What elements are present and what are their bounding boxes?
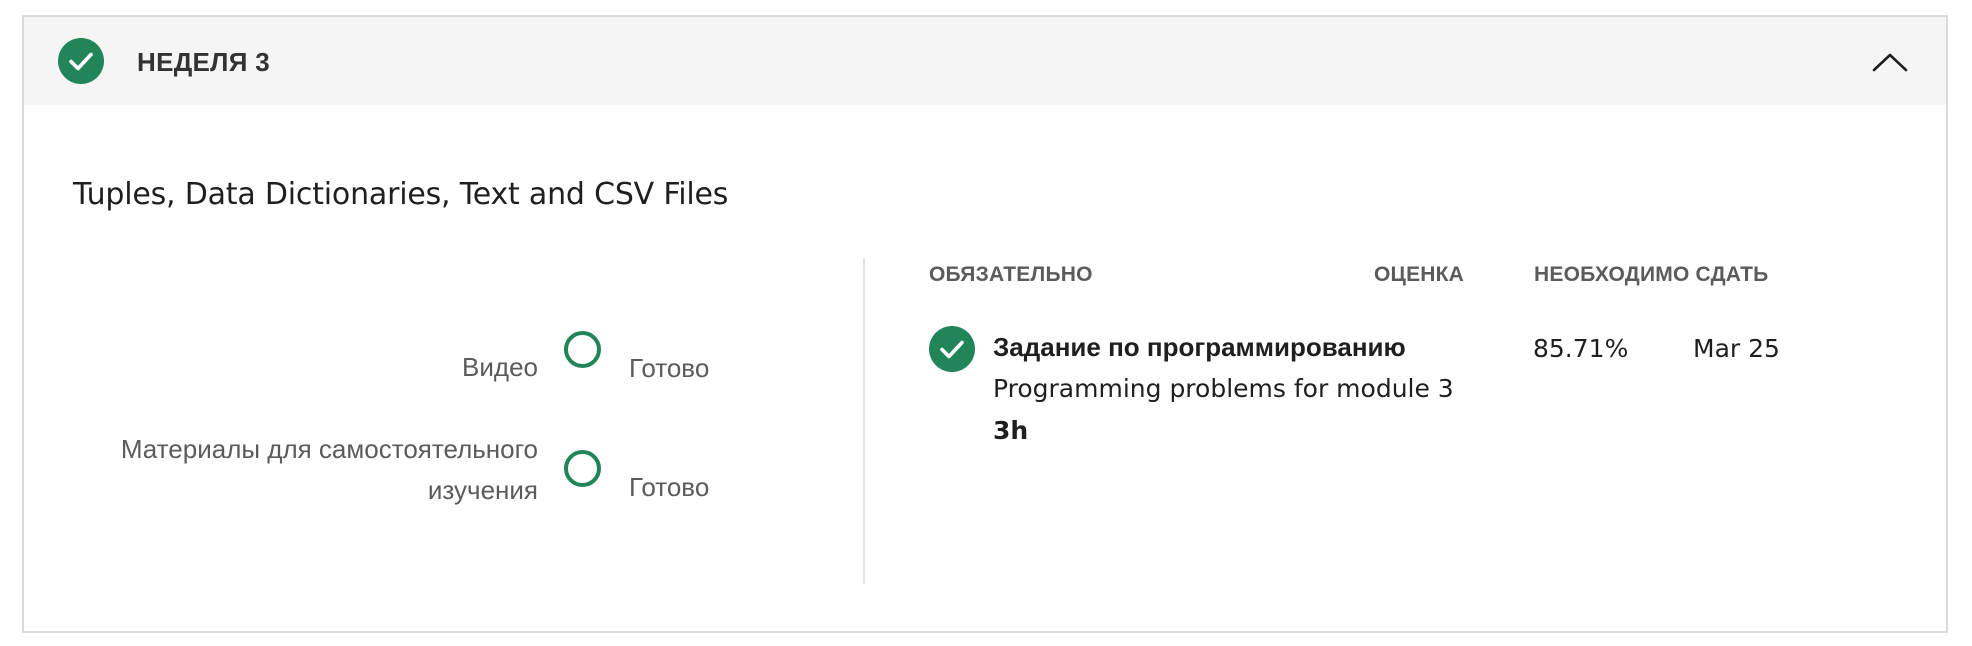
column-header-due: НЕОБХОДИМО СДАТЬ: [1534, 263, 1769, 286]
column-divider: [863, 258, 865, 584]
assignment-complete-check-icon: [929, 326, 975, 372]
material-label-video: Видео: [462, 352, 538, 382]
assignment-type-link[interactable]: Задание по программированию: [993, 332, 1406, 363]
assignment-due-date: Mar 25: [1693, 334, 1780, 363]
empty-circle-icon: [564, 450, 601, 487]
module-title: Tuples, Data Dictionaries, Text and CSV …: [73, 177, 729, 212]
material-status-video: Готово: [629, 353, 710, 383]
column-header-required: ОБЯЗАТЕЛЬНО: [929, 263, 1093, 286]
assignment-description: Programming problems for module 3: [993, 374, 1454, 403]
empty-circle-icon: [564, 331, 601, 368]
week-complete-check-icon: [58, 38, 104, 84]
material-label-readings-line2: изучения: [427, 475, 538, 505]
week-header[interactable]: НЕДЕЛЯ 3: [24, 17, 1946, 105]
assignment-grade: 85.71%: [1533, 334, 1629, 363]
week-title: НЕДЕЛЯ 3: [137, 47, 270, 77]
week-card: НЕДЕЛЯ 3 Tuples, Data Dictionaries, Text…: [22, 15, 1948, 633]
chevron-up-icon[interactable]: [1870, 47, 1910, 75]
column-header-grade: ОЦЕНКА: [1374, 263, 1465, 286]
assignment-duration: 3h: [993, 416, 1029, 445]
material-status-readings: Готово: [629, 472, 710, 502]
material-label-readings-line1: Материалы для самостоятельного: [120, 434, 538, 464]
